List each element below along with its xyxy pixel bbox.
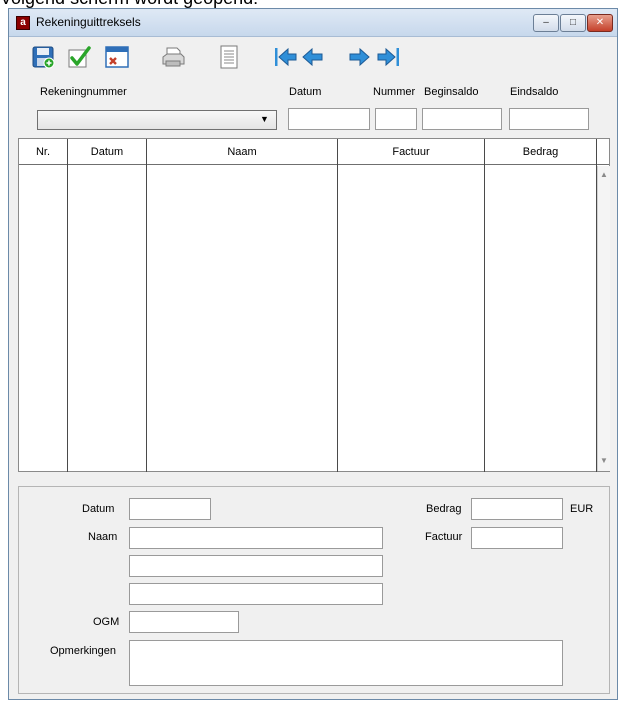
document-button[interactable] [216,44,242,70]
maximize-button[interactable]: □ [560,14,586,32]
first-record-button[interactable] [272,44,298,70]
document-icon [220,45,238,69]
print-button[interactable] [160,44,186,70]
detail-bedrag-field[interactable] [471,498,563,520]
column-header-nr[interactable]: Nr. [19,139,67,165]
rekeningnummer-label: Rekeningnummer [40,86,127,98]
minimize-button[interactable]: – [533,14,559,32]
print-icon [162,47,185,67]
column-divider [146,139,147,472]
naam-field-3[interactable] [129,583,383,605]
cancel-window-icon [105,46,129,68]
last-record-icon [377,47,399,67]
detail-datum-label: Datum [82,503,115,515]
ogm-label: OGM [93,616,120,628]
last-record-button[interactable] [376,44,402,70]
transactions-grid[interactable] [18,138,610,472]
eindsaldo-field[interactable] [509,108,589,130]
cancel-window-button[interactable] [104,44,130,70]
column-header-factuur[interactable]: Factuur [338,139,484,165]
ogm-field[interactable] [129,611,239,633]
column-divider [484,139,485,472]
save-button[interactable] [30,44,56,70]
close-button[interactable]: ✕ [587,14,613,32]
window-title: Rekeninguittreksels [36,15,141,29]
nummer-label: Nummer [373,86,416,98]
detail-factuur-field[interactable] [471,527,563,549]
previous-record-icon [302,47,323,67]
detail-naam-label: Naam [88,531,118,543]
grid-scrollbar[interactable]: ▲ ▼ [597,166,610,471]
naam-field-1[interactable] [129,527,383,549]
detail-datum-field[interactable] [129,498,211,520]
column-header-bedrag[interactable]: Bedrag [485,139,596,165]
app-icon: a [16,16,30,30]
column-divider [67,139,68,472]
save-icon [32,46,55,69]
nummer-field[interactable] [375,108,417,130]
confirm-icon [68,46,91,68]
eindsaldo-label: Eindsaldo [510,86,559,98]
beginsaldo-field[interactable] [422,108,502,130]
scroll-down-icon[interactable]: ▼ [600,456,608,465]
rekeningnummer-dropdown[interactable]: ▼ [37,110,277,130]
column-header-naam[interactable]: Naam [147,139,337,165]
first-record-icon [275,47,297,67]
datum-label: Datum [289,86,322,98]
naam-field-2[interactable] [129,555,383,577]
column-divider [337,139,338,472]
next-record-icon [349,47,370,67]
opmerkingen-label: Opmerkingen [50,645,117,657]
opmerkingen-textarea[interactable] [129,640,563,686]
scroll-up-icon[interactable]: ▲ [600,170,608,179]
beginsaldo-label: Beginsaldo [424,86,479,98]
currency-label: EUR [570,503,594,515]
previous-record-button[interactable] [300,44,326,70]
confirm-button[interactable] [66,44,92,70]
detail-factuur-label: Factuur [425,531,463,543]
next-record-button[interactable] [346,44,372,70]
detail-bedrag-label: Bedrag [426,503,462,515]
column-header-datum[interactable]: Datum [68,139,146,165]
column-header-filler [597,139,609,165]
datum-field[interactable] [288,108,370,130]
chevron-down-icon: ▼ [260,114,269,124]
